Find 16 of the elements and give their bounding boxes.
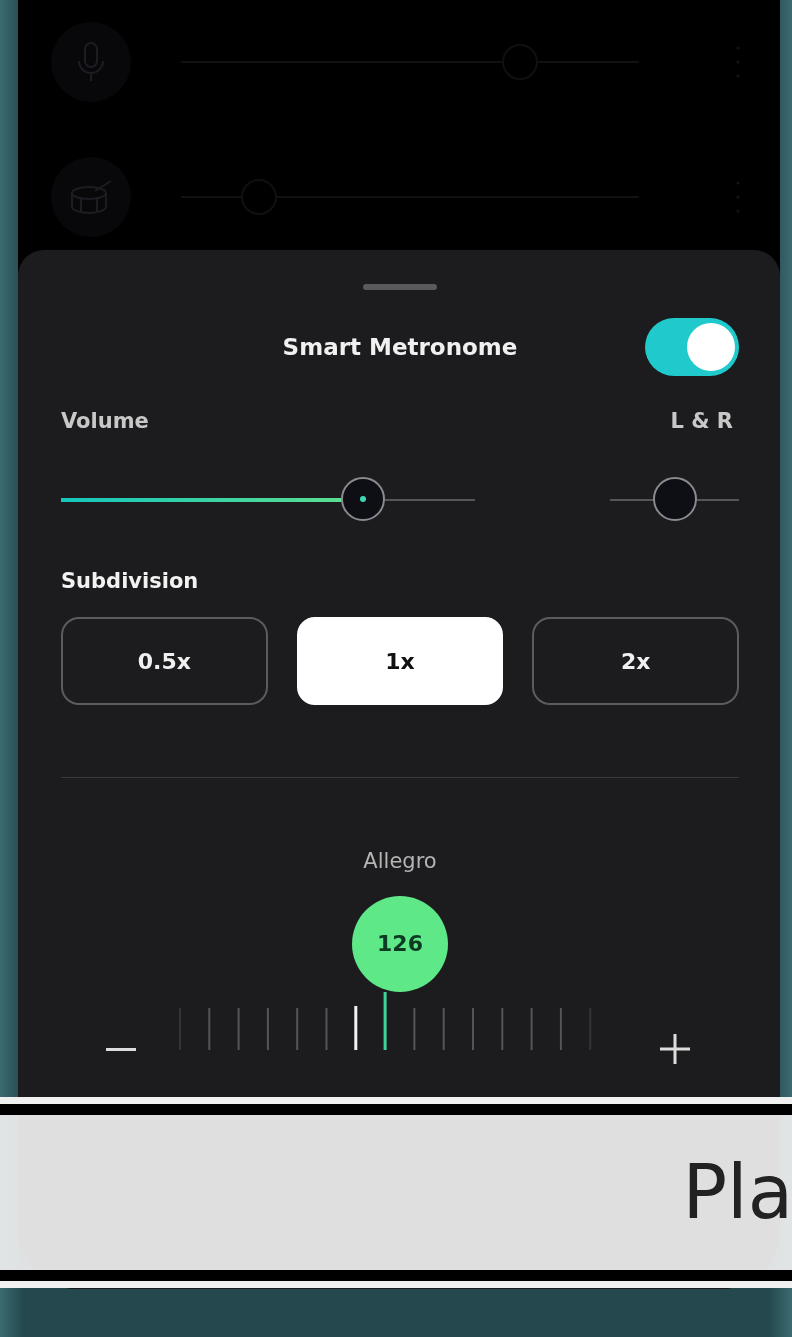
- toggle-switch[interactable]: [645, 318, 739, 376]
- microphone-icon: [76, 41, 106, 83]
- subdivision-label: Subdivision: [61, 567, 200, 595]
- minus-icon[interactable]: [106, 1047, 136, 1052]
- caption-text: Pla: [682, 1151, 792, 1234]
- subdivision-option[interactable]: 2x: [532, 617, 739, 705]
- pan-label: L & R: [670, 408, 733, 435]
- subdivision-option[interactable]: 1x: [296, 617, 504, 705]
- subdivision-option[interactable]: 0.5x: [61, 617, 268, 705]
- tempo-marking: Allegro: [362, 848, 438, 875]
- volume-label: Volume: [61, 408, 149, 435]
- drag-handle[interactable]: [363, 284, 437, 290]
- drum-icon: [69, 179, 113, 215]
- plus-icon[interactable]: [660, 1033, 690, 1064]
- tempo-value[interactable]: 126: [352, 895, 448, 992]
- sheet-title: Smart Metronome: [282, 332, 518, 362]
